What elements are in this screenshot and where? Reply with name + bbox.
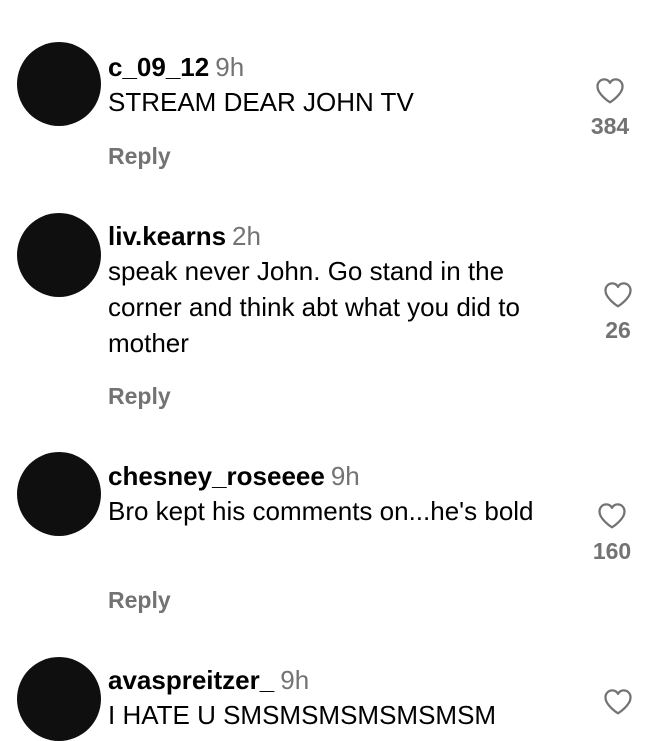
comment-text: I HATE U SMSMSMSMSMSMSM: [108, 700, 497, 730]
comment-username[interactable]: avaspreitzer_: [108, 665, 274, 695]
heart-icon: [598, 503, 626, 529]
comment-username[interactable]: chesney_roseeee: [108, 461, 325, 491]
avatar[interactable]: [17, 452, 101, 536]
comment-username[interactable]: liv.kearns: [108, 221, 226, 251]
heart-icon: [604, 689, 632, 715]
reply-button[interactable]: Reply: [108, 143, 171, 170]
comment-timestamp: 2h: [232, 221, 261, 251]
avatar[interactable]: [17, 42, 101, 126]
comment-text: STREAM DEAR JOHN TV: [108, 87, 414, 117]
comment-text: Bro kept his comments on...he's bold: [108, 496, 534, 526]
avatar[interactable]: [17, 213, 101, 297]
like-count: 384: [590, 113, 630, 139]
reply-button[interactable]: Reply: [108, 383, 171, 410]
comment-username[interactable]: c_09_12: [108, 52, 209, 82]
like-count: 160: [592, 538, 632, 564]
reply-button[interactable]: Reply: [108, 587, 171, 614]
comment-timestamp: 9h: [280, 665, 310, 695]
like-button[interactable]: 384: [570, 75, 650, 140]
comment-text: speak never John. Go stand in the corner…: [108, 256, 520, 358]
like-button[interactable]: 26: [578, 279, 658, 344]
avatar[interactable]: [17, 657, 101, 741]
like-button[interactable]: 160: [572, 500, 652, 565]
heart-icon: [596, 78, 624, 104]
comment-timestamp: 9h: [215, 52, 245, 82]
like-button[interactable]: [578, 686, 658, 718]
like-count: 26: [605, 317, 631, 343]
heart-icon: [604, 282, 632, 308]
comment-timestamp: 9h: [330, 461, 360, 491]
